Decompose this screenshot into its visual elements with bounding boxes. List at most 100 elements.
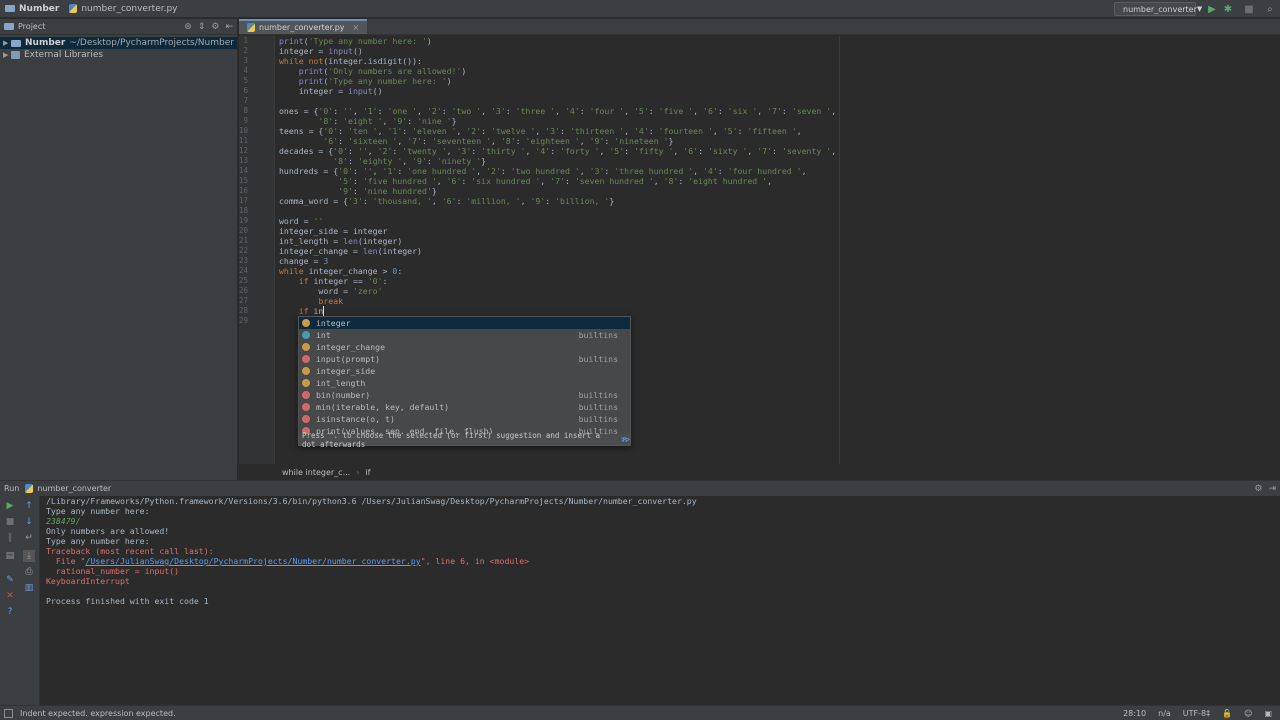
line-number: 8: [243, 106, 248, 115]
line-number: 18: [238, 206, 248, 215]
chevron-down-icon: ▼: [1196, 5, 1203, 13]
breadcrumb-while[interactable]: while integer_c...: [276, 468, 356, 477]
completion-item[interactable]: isinstance(o, t) builtins: [299, 413, 630, 425]
debug-icon[interactable]: ✱: [1222, 3, 1234, 15]
line-number: 13: [238, 156, 248, 165]
pi-icon[interactable]: π: [622, 435, 627, 444]
console-line: KeyboardInterrupt: [46, 576, 130, 586]
traceback-file-line: File "/Users/JulianSwag/Desktop/PycharmP…: [46, 556, 530, 566]
folder-icon: [4, 23, 14, 30]
collapse-icon[interactable]: ⇕: [198, 22, 206, 32]
close-icon[interactable]: ✕: [4, 590, 16, 602]
scroll-down-icon[interactable]: ↓: [23, 516, 35, 528]
layout-icon[interactable]: ▤: [4, 550, 16, 562]
scroll-up-icon[interactable]: ↑: [23, 500, 35, 512]
file-encoding[interactable]: UTF-8‡: [1183, 709, 1210, 718]
console-line: Process finished with exit code 1: [46, 596, 209, 606]
run-tool-window: Run number_converter ⚙ ⇥ ▶ ↑ ■ ↓ ‖ ↵ ▤ ⤓…: [0, 480, 1280, 706]
expand-triangle-icon[interactable]: ▶: [3, 51, 11, 59]
completion-item[interactable]: integer: [299, 317, 630, 329]
variable-icon: [302, 367, 310, 375]
code-line: if in: [298, 306, 325, 316]
completion-item[interactable]: input(prompt) builtins: [299, 353, 630, 365]
code-line: integer_side = integer: [279, 226, 388, 236]
tree-item-external-libraries[interactable]: ▶ External Libraries: [0, 49, 237, 61]
console-line: Type any number here:: [46, 536, 150, 546]
code-line: break: [318, 296, 344, 306]
line-number: 11: [238, 136, 248, 145]
tab-number-converter[interactable]: number_converter.py ×: [239, 19, 368, 34]
completion-item[interactable]: integer_change: [299, 341, 630, 353]
stop-icon[interactable]: ■: [1243, 3, 1255, 15]
soft-wrap-icon[interactable]: ↵: [23, 532, 35, 544]
variable-icon: [302, 319, 310, 327]
gear-icon[interactable]: ⚙: [1254, 484, 1262, 494]
stop-icon[interactable]: ■: [4, 516, 16, 528]
run-icon[interactable]: ▶: [1206, 3, 1218, 15]
line-number: 2: [243, 46, 248, 55]
tool-windows-icon[interactable]: [4, 709, 13, 718]
pause-icon[interactable]: ‖: [4, 532, 16, 544]
run-configuration-dropdown[interactable]: number_converter ▼: [1114, 2, 1202, 16]
inspector-icon[interactable]: ☺: [1244, 709, 1252, 718]
scroll-to-end-icon[interactable]: ⤓: [23, 550, 35, 562]
completion-item[interactable]: integer_side: [299, 365, 630, 377]
pin-icon[interactable]: ✎: [4, 574, 16, 586]
line-number: 17: [238, 196, 248, 205]
line-number: 15: [238, 176, 248, 185]
line-number: 7: [243, 96, 248, 105]
variable-icon: [302, 379, 310, 387]
code-line: print('Type any number here: '): [279, 36, 432, 46]
project-view-selector[interactable]: Project: [18, 22, 45, 31]
completion-item[interactable]: int builtins: [299, 329, 630, 341]
breadcrumb-if[interactable]: if: [359, 468, 376, 477]
rerun-icon[interactable]: ▶: [4, 500, 16, 512]
tree-item-root[interactable]: ▶ Number ~/Desktop/PycharmProjects/Numbe…: [0, 37, 237, 49]
code-line: if integer == '0':: [298, 276, 388, 286]
search-icon[interactable]: ⌕: [1264, 3, 1276, 15]
code-line: while not(integer.isdigit()):: [279, 56, 422, 66]
run-tab-number-converter[interactable]: number_converter: [37, 484, 111, 493]
variable-icon: [302, 343, 310, 351]
line-number: 16: [238, 186, 248, 195]
code-line: integer = input(): [279, 46, 363, 56]
code-line: '5': 'five hundred ', '6': 'six hundred …: [338, 176, 773, 186]
library-icon: [11, 51, 20, 59]
console-line: Traceback (most recent call last):: [46, 546, 214, 556]
locate-icon[interactable]: ⊛: [184, 22, 192, 32]
completion-item[interactable]: int_length: [299, 377, 630, 389]
line-separator[interactable]: n/a: [1158, 709, 1171, 718]
caret-position[interactable]: 28:10: [1123, 709, 1146, 718]
function-icon: [302, 391, 310, 399]
code-line: print('Type any number here: '): [298, 76, 452, 86]
lock-icon[interactable]: 🔓: [1222, 709, 1232, 718]
completion-item[interactable]: min(iterable, key, default) builtins: [299, 401, 630, 413]
nav-file-crumb[interactable]: number_converter.py: [64, 0, 182, 18]
code-line: change = 3: [279, 256, 329, 266]
completion-hint: Press ^. to choose the selected (or firs…: [299, 431, 630, 449]
hide-panel-icon[interactable]: ⇤: [225, 22, 233, 32]
run-panel-header: Run number_converter ⚙ ⇥: [0, 481, 1280, 496]
traceback-file-link[interactable]: /Users/JulianSwag/Desktop/PycharmProject…: [85, 556, 420, 566]
line-number: 21: [238, 236, 248, 245]
trash-icon[interactable]: ▥: [23, 582, 35, 594]
hide-panel-icon[interactable]: ⇥: [1268, 484, 1276, 494]
nav-project-crumb[interactable]: Number: [0, 0, 64, 18]
run-toolbar: ▶ ↑ ■ ↓ ‖ ↵ ▤ ⤓ ⎙ ✎ ▥ ✕ ?: [0, 496, 40, 706]
event-log-icon[interactable]: ▣: [1264, 709, 1272, 718]
editor-breadcrumb: while integer_c... › if: [276, 465, 1280, 480]
gear-icon[interactable]: ⚙: [211, 22, 219, 32]
python-file-icon: [247, 23, 255, 32]
print-icon[interactable]: ⎙: [23, 566, 35, 578]
expand-triangle-icon[interactable]: ▶: [3, 39, 11, 47]
completion-item[interactable]: bin(number) builtins: [299, 389, 630, 401]
console-output[interactable]: /Library/Frameworks/Python.framework/Ver…: [46, 496, 1276, 706]
code-line: '8': 'eight ', '9': 'nine '}: [318, 116, 457, 126]
code-completion-popup[interactable]: integer int builtins integer_change input(pr…: [298, 316, 631, 449]
help-icon[interactable]: ?: [4, 606, 16, 618]
code-line: int_length = len(integer): [279, 236, 403, 246]
status-message: Indent expected. expression expected.: [20, 708, 176, 718]
python-file-icon: [69, 4, 78, 13]
close-icon[interactable]: ×: [353, 23, 360, 32]
code-line: integer_change = len(integer): [279, 246, 422, 256]
